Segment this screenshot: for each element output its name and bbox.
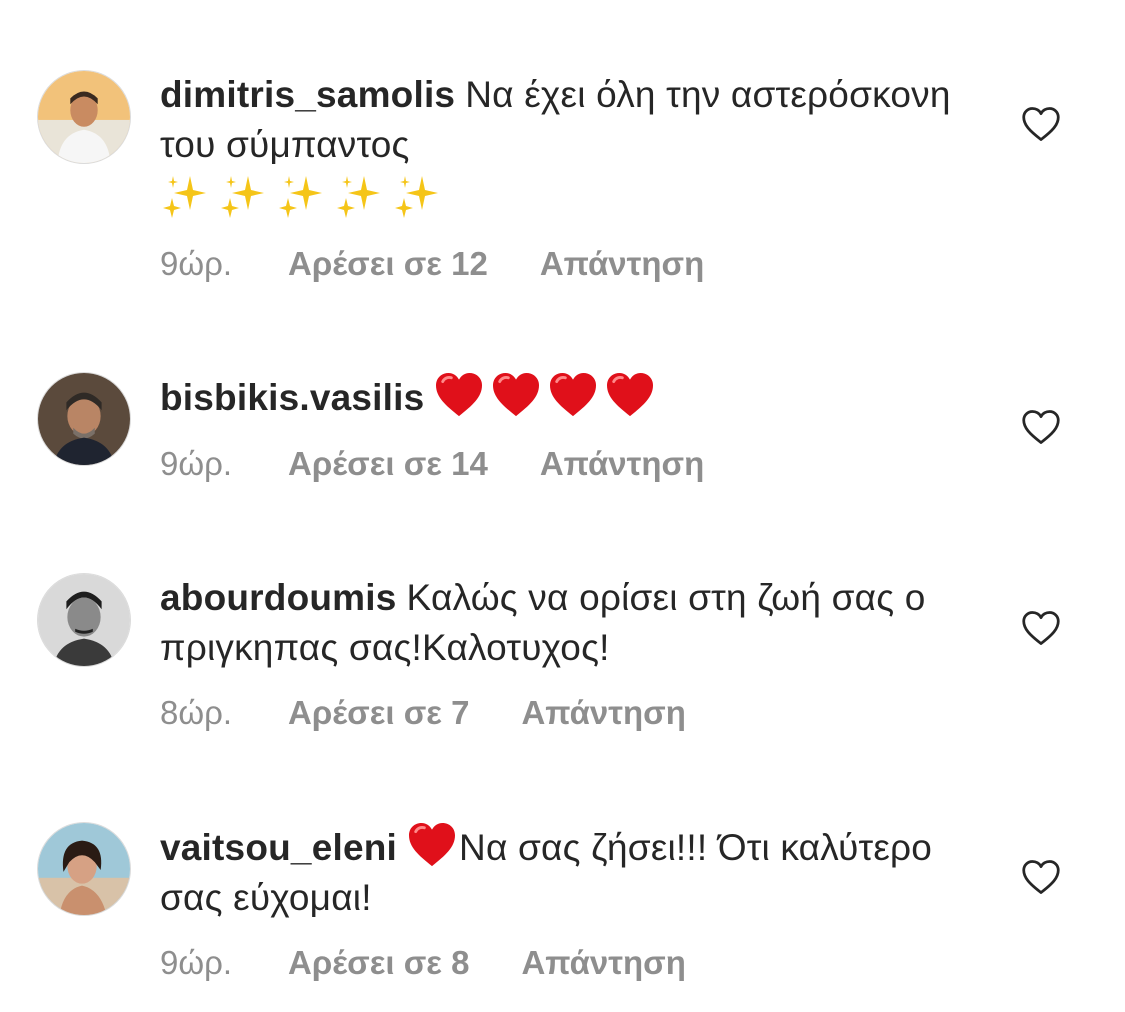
like-button[interactable] bbox=[1020, 609, 1062, 647]
like-button[interactable] bbox=[1020, 408, 1062, 446]
sparkles-emoji bbox=[160, 172, 960, 222]
avatar[interactable] bbox=[37, 573, 131, 667]
reply-button[interactable]: Απάντηση bbox=[521, 944, 685, 982]
comment-username[interactable]: dimitris_samolis bbox=[160, 74, 455, 115]
comment-username[interactable]: bisbikis.vasilis bbox=[160, 377, 424, 418]
comment-time: 9ώρ. bbox=[160, 245, 233, 282]
comment-meta: 9ώρ. Αρέσει σε 14 Απάντηση bbox=[160, 445, 704, 483]
avatar[interactable] bbox=[37, 372, 131, 466]
red-heart-emoji bbox=[434, 377, 662, 418]
reply-button[interactable]: Απάντηση bbox=[540, 445, 704, 483]
comment-likes[interactable]: Αρέσει σε 14 bbox=[288, 445, 488, 483]
avatar[interactable] bbox=[37, 822, 131, 916]
comment-likes[interactable]: Αρέσει σε 8 bbox=[288, 944, 469, 982]
comment-username[interactable]: abourdoumis bbox=[160, 577, 397, 618]
comment-likes[interactable]: Αρέσει σε 12 bbox=[288, 245, 488, 283]
like-button[interactable] bbox=[1020, 105, 1062, 143]
comment-meta: 9ώρ. Αρέσει σε 8 Απάντηση bbox=[160, 944, 686, 982]
like-button[interactable] bbox=[1020, 858, 1062, 896]
comment-likes[interactable]: Αρέσει σε 7 bbox=[288, 694, 469, 732]
comment-meta: 8ώρ. Αρέσει σε 7 Απάντηση bbox=[160, 694, 686, 732]
comment-time: 8ώρ. bbox=[160, 694, 233, 731]
reply-button[interactable]: Απάντηση bbox=[540, 245, 704, 283]
avatar[interactable] bbox=[37, 70, 131, 164]
red-heart-emoji bbox=[407, 827, 459, 868]
comment-time: 9ώρ. bbox=[160, 445, 233, 482]
comment-meta: 9ώρ. Αρέσει σε 12 Απάντηση bbox=[160, 245, 704, 283]
comment-username[interactable]: vaitsou_eleni bbox=[160, 827, 397, 868]
heart-outline-icon bbox=[1020, 408, 1062, 446]
reply-button[interactable]: Απάντηση bbox=[521, 694, 685, 732]
heart-outline-icon bbox=[1020, 858, 1062, 896]
heart-outline-icon bbox=[1020, 609, 1062, 647]
comment-time: 9ώρ. bbox=[160, 944, 233, 981]
heart-outline-icon bbox=[1020, 105, 1062, 143]
